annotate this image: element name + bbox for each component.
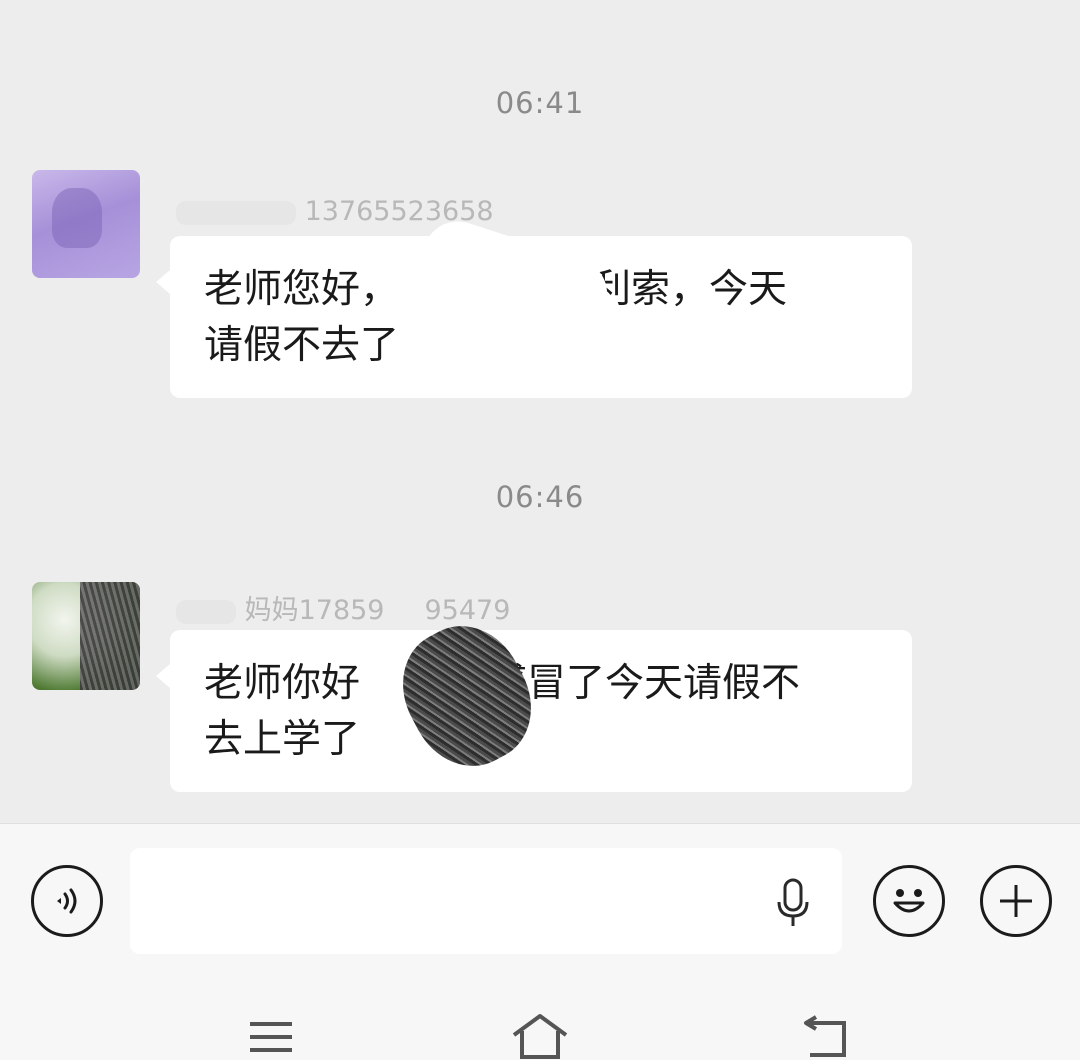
microphone-icon[interactable] xyxy=(774,878,812,928)
message-input[interactable] xyxy=(130,848,842,954)
message-row: 13765523658 老师您好， 好利索，今天 请假不去了 xyxy=(0,170,1080,430)
message-bubble[interactable]: 老师你好 感冒了今天请假不 去上学了 xyxy=(156,630,912,792)
voice-wave-icon xyxy=(57,888,77,914)
avatar[interactable] xyxy=(32,582,140,690)
menu-icon[interactable] xyxy=(248,1021,294,1057)
redacted-name xyxy=(176,599,236,624)
more-button[interactable] xyxy=(980,865,1052,937)
sender-phone-end: 95479 xyxy=(424,595,511,626)
message-text-part: 老师你好 xyxy=(204,661,361,706)
message-row: 妈妈17859 95479 老师你好 感冒了今天请假不 去上学了 xyxy=(0,582,1080,842)
sender-phone: 妈妈17859 xyxy=(244,595,385,626)
smiley-icon xyxy=(893,889,925,913)
voice-toggle-button[interactable] xyxy=(31,865,103,937)
home-icon[interactable] xyxy=(510,1013,570,1059)
system-navigation-bar xyxy=(0,981,1080,1060)
timestamp: 06:46 xyxy=(495,480,585,514)
timestamp: 06:41 xyxy=(495,86,585,120)
message-text-part: 老师您好， xyxy=(204,267,400,312)
chat-message-area[interactable]: 06:41 13765523658 老师您好， 好利索，今天 请假不去了 06:4… xyxy=(0,0,1080,823)
message-text-part: 感冒了今天请假不 xyxy=(488,661,801,706)
message-text-line: 请假不去了 xyxy=(204,323,400,368)
input-bar xyxy=(0,823,1080,982)
redacted-name xyxy=(176,200,296,225)
message-text-line: 去上学了 xyxy=(204,717,361,762)
emoji-button[interactable] xyxy=(873,865,945,937)
plus-icon xyxy=(1000,885,1032,917)
avatar[interactable] xyxy=(32,170,140,278)
back-icon[interactable] xyxy=(800,1015,852,1059)
sender-name: 妈妈17859 95479 xyxy=(176,588,510,627)
